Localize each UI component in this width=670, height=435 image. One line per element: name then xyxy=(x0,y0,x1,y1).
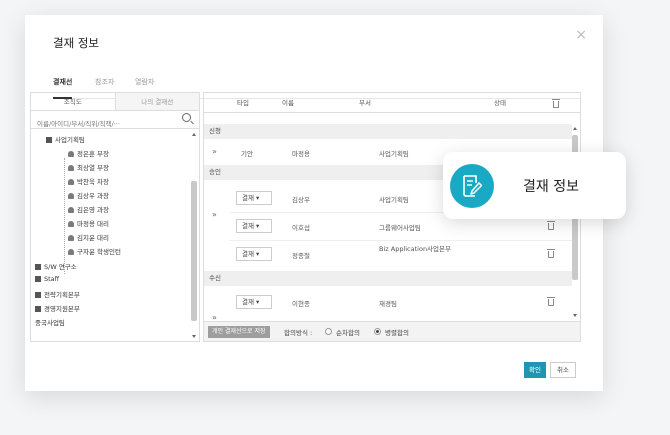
scroll-down-icon[interactable] xyxy=(573,314,577,317)
user-icon xyxy=(68,221,74,227)
user-icon xyxy=(68,165,74,171)
tree-person[interactable]: 김지윤 대리 xyxy=(68,232,109,242)
col-type: 타입 xyxy=(237,99,249,107)
tree-dept[interactable]: 중국사업팀 xyxy=(35,317,65,327)
trash-icon[interactable] xyxy=(552,99,560,108)
approval-footer: 개인 결재선으로 저장 합의방식 : 순차합의 병렬합의 xyxy=(204,321,580,341)
trash-icon[interactable] xyxy=(547,297,555,306)
tree-person[interactable]: 구자윤 학생인턴 xyxy=(68,246,121,256)
radio-parallel[interactable] xyxy=(374,328,381,335)
user-icon xyxy=(68,235,74,241)
tree-person[interactable]: 마정용 대리 xyxy=(68,218,109,228)
scroll-up-icon[interactable] xyxy=(573,127,577,130)
col-dept: 부서 xyxy=(359,99,371,107)
folder-icon xyxy=(35,306,41,312)
tree-dept[interactable]: 경영지원본부 xyxy=(35,303,80,313)
table-header: 타입 이름 부서 상태 xyxy=(204,93,580,113)
table-row: 결재 ▾ 이현종 재경팀 xyxy=(204,288,572,316)
chevron-double-right-icon[interactable]: » xyxy=(212,147,217,156)
user-icon xyxy=(68,207,74,213)
user-icon xyxy=(68,179,74,185)
radio-parallel-label: 병렬합의 xyxy=(385,329,409,337)
scroll-thumb[interactable] xyxy=(191,181,197,321)
section-receive: 수신 xyxy=(204,271,572,286)
trash-icon[interactable] xyxy=(547,249,555,258)
scroll-up-icon[interactable] xyxy=(192,133,196,136)
type-select[interactable]: 결재 ▾ xyxy=(236,191,272,205)
tree-dept[interactable]: Staff xyxy=(35,275,59,283)
tab-my-lines[interactable]: 나의 결재선 xyxy=(114,93,199,110)
folder-icon xyxy=(35,276,41,282)
tree-scrollbar[interactable] xyxy=(191,133,197,338)
save-personal-line-button[interactable]: 개인 결재선으로 저장 xyxy=(208,326,270,338)
badge-label: 결재 정보 xyxy=(523,179,579,195)
col-name: 이름 xyxy=(282,99,294,107)
tab-org-chart[interactable]: 조직도 xyxy=(31,93,115,110)
folder-icon xyxy=(46,137,52,143)
dialog-title: 결재 정보 xyxy=(53,36,99,50)
type-select[interactable]: 결재 ▾ xyxy=(236,219,272,233)
feature-badge: 결재 정보 xyxy=(443,152,626,219)
section-request: 신청 xyxy=(204,124,572,139)
confirm-button[interactable]: 확인 xyxy=(524,362,546,378)
user-icon xyxy=(68,193,74,199)
user-icon xyxy=(68,151,74,157)
type-select[interactable]: 결재 ▾ xyxy=(236,295,272,309)
tree-dept[interactable]: 전략기획본부 xyxy=(35,289,80,299)
tree-person[interactable]: 정은훈 부장 xyxy=(68,148,109,158)
org-panel: 조직도 나의 결재선 사업기획팀 정은훈 부장 최상열 부장 박찬욱 차장 김상… xyxy=(30,92,200,342)
tab-viewers[interactable]: 열람자 xyxy=(135,77,154,87)
folder-icon xyxy=(35,292,41,298)
tab-references[interactable]: 참조자 xyxy=(95,77,114,87)
search-icon[interactable] xyxy=(182,113,191,122)
tree-dept[interactable]: S/W 연구소 xyxy=(35,261,77,271)
consensus-mode-label: 합의방식 : xyxy=(284,329,313,337)
tree-person[interactable]: 최상열 부장 xyxy=(68,162,109,172)
table-row: 결재 ▾ 정종철 Biz Application사업본부 xyxy=(204,240,572,268)
tree-line xyxy=(64,158,65,274)
tree-person[interactable]: 김은영 과장 xyxy=(68,204,109,214)
trash-icon[interactable] xyxy=(547,221,555,230)
cancel-button[interactable]: 취소 xyxy=(550,362,576,378)
tree-person[interactable]: 박찬욱 차장 xyxy=(68,176,109,186)
tree-person[interactable]: 김상우 과장 xyxy=(68,190,109,200)
folder-icon xyxy=(35,264,41,270)
radio-sequential-label: 순차합의 xyxy=(336,329,360,337)
radio-sequential[interactable] xyxy=(325,328,332,335)
close-icon[interactable]: × xyxy=(575,27,587,43)
org-tree: 사업기획팀 정은훈 부장 최상열 부장 박찬욱 차장 김상우 과장 김은영 과장… xyxy=(31,130,191,342)
col-status: 상태 xyxy=(494,99,506,107)
user-icon xyxy=(68,249,74,255)
type-select[interactable]: 결재 ▾ xyxy=(236,247,272,261)
tree-dept-biz-planning[interactable]: 사업기획팀 xyxy=(46,134,85,144)
search-box xyxy=(31,111,199,133)
scroll-down-icon[interactable] xyxy=(192,335,196,338)
document-edit-icon xyxy=(450,164,494,208)
